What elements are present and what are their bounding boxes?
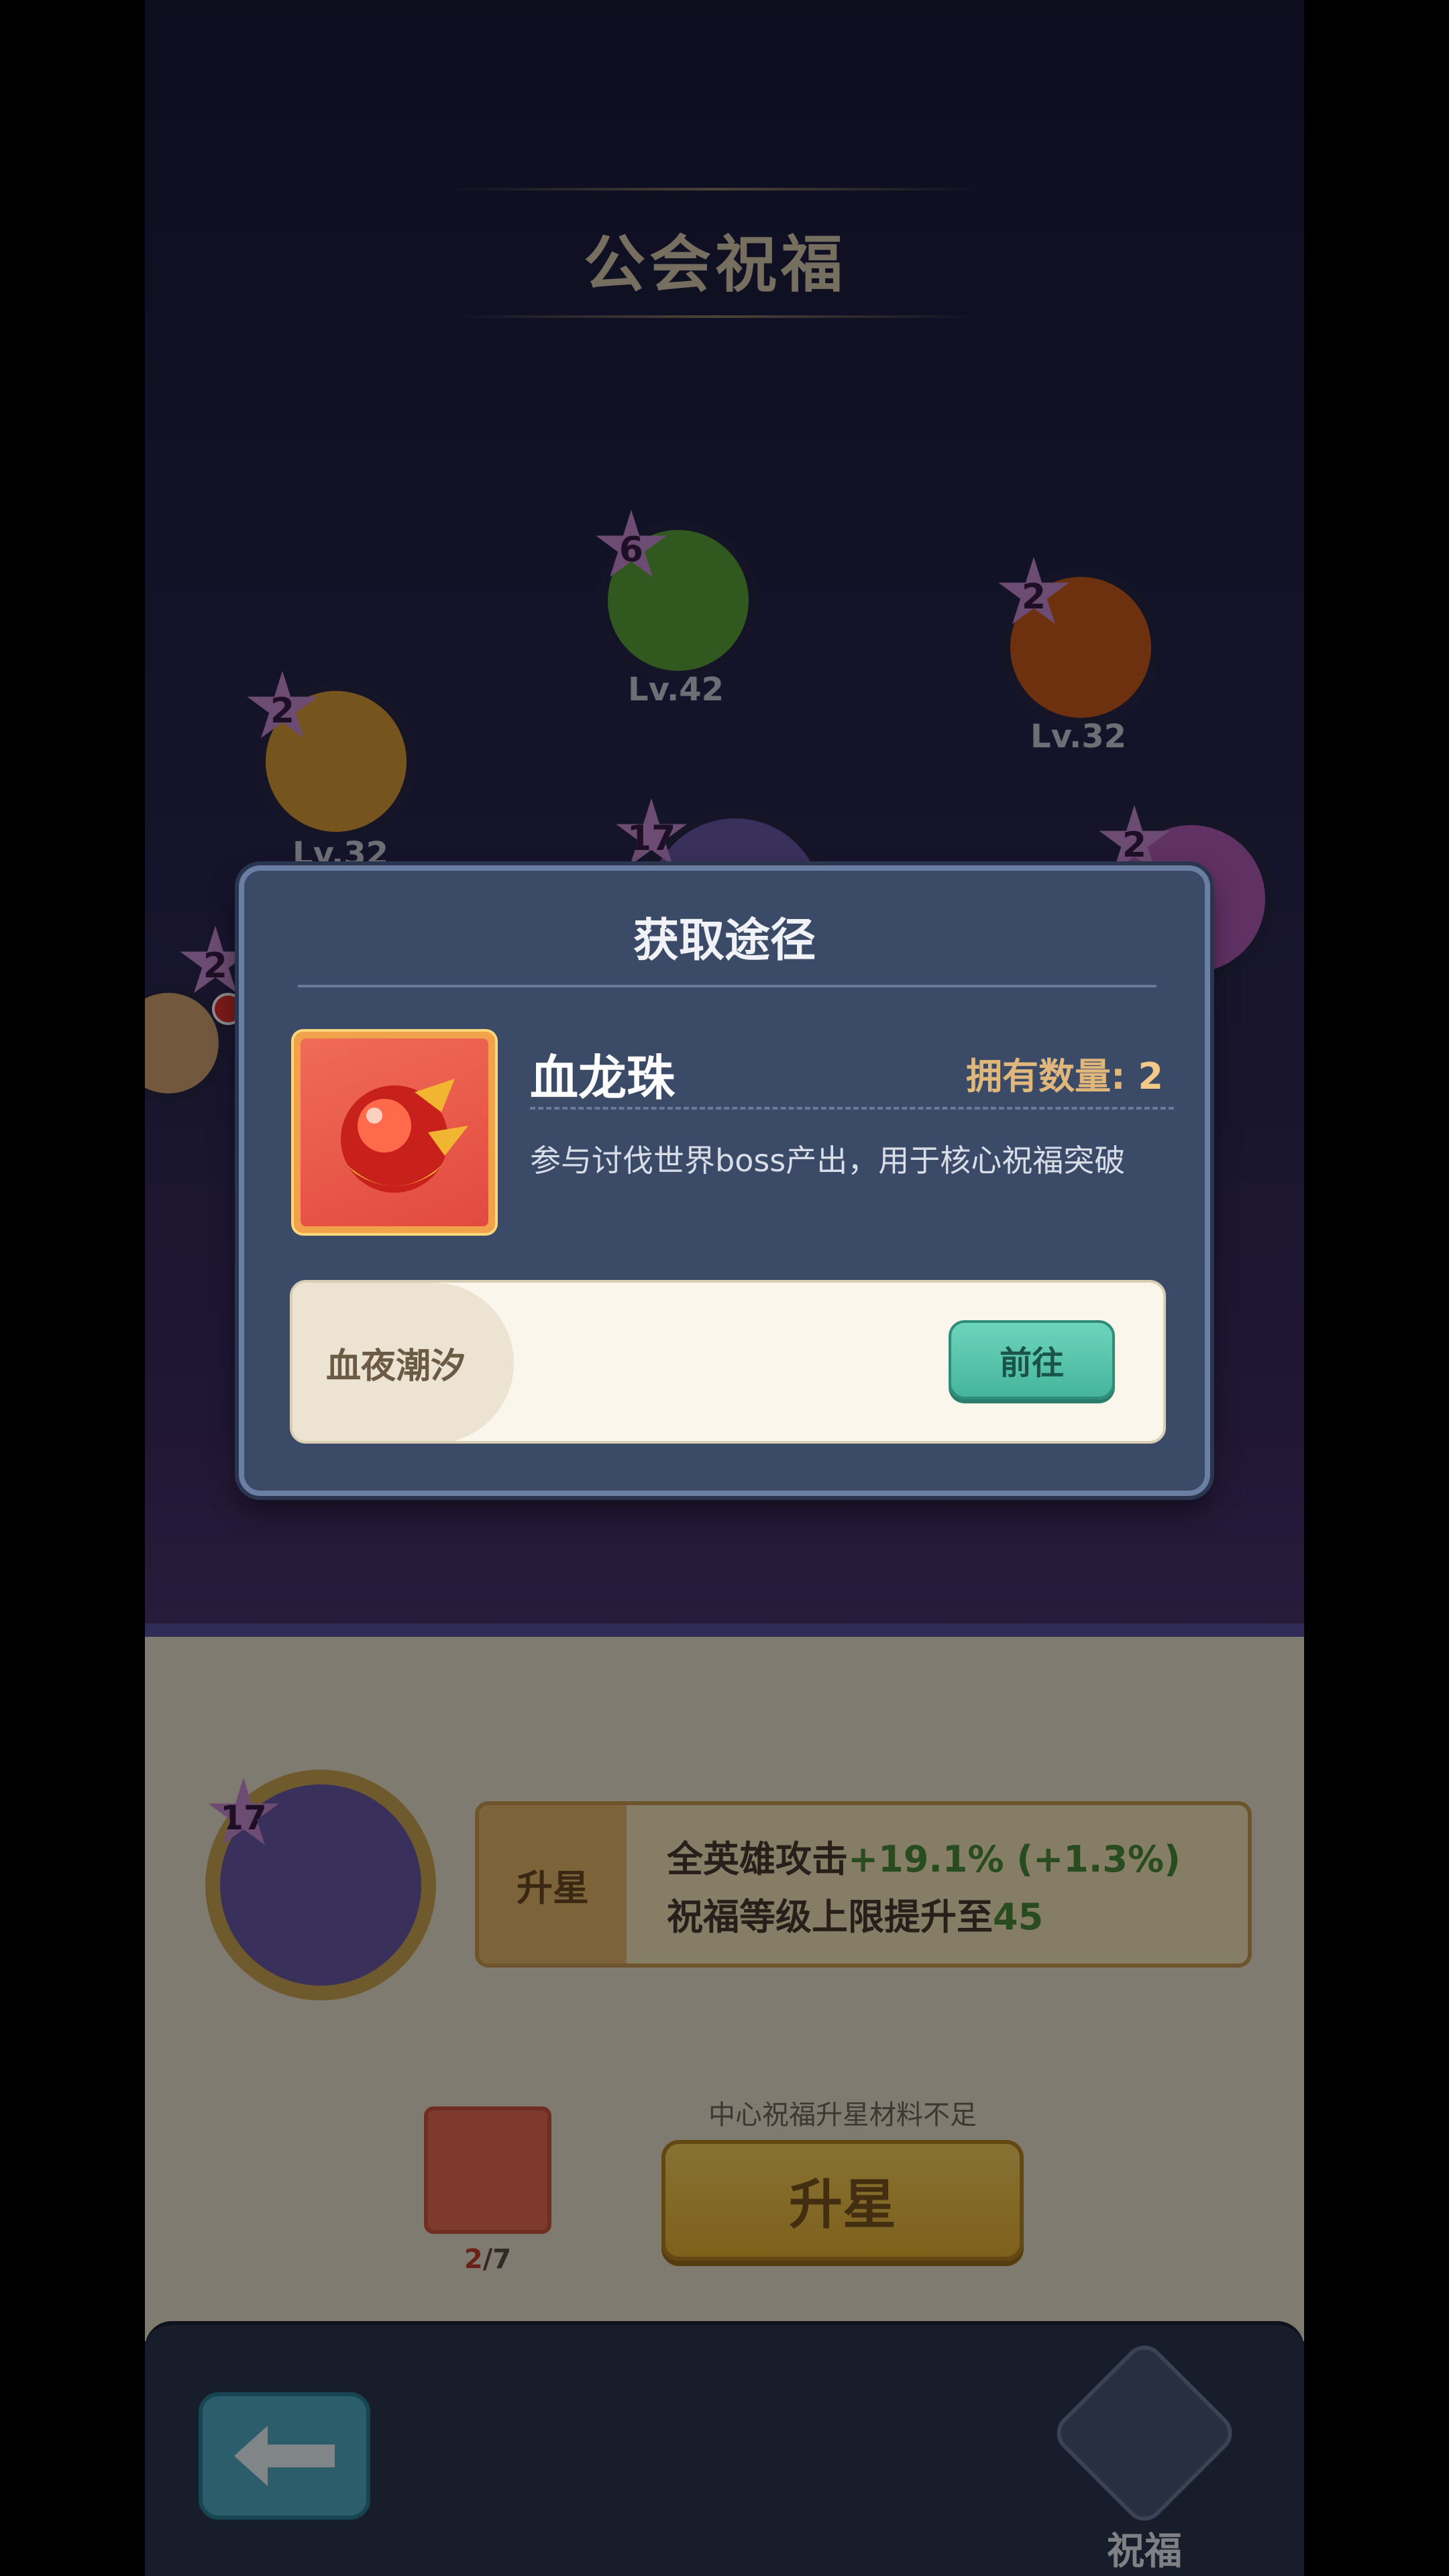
dialog-divider [298, 985, 1157, 987]
item-icon-frame [294, 1032, 495, 1233]
dialog-title: 获取途径 [633, 914, 816, 967]
owned-count: 拥有数量: 2 [966, 1055, 1163, 1097]
item-name: 血龙珠 [530, 1050, 676, 1106]
dashed-divider [530, 1107, 1174, 1110]
source-name: 血夜潮汐 [326, 1346, 466, 1387]
acquire-route-dialog: 获取途径 血龙珠 拥有数量: 2 参与讨伐世界boss产出，用于核心祝福突破 血… [239, 865, 1210, 1496]
blood-dragon-orb-icon [341, 1079, 468, 1193]
go-button[interactable]: 前往 [949, 1320, 1115, 1399]
source-row: 血夜潮汐 前往 [290, 1280, 1166, 1444]
item-description: 参与讨伐世界boss产出，用于核心祝福突破 [530, 1142, 1126, 1179]
